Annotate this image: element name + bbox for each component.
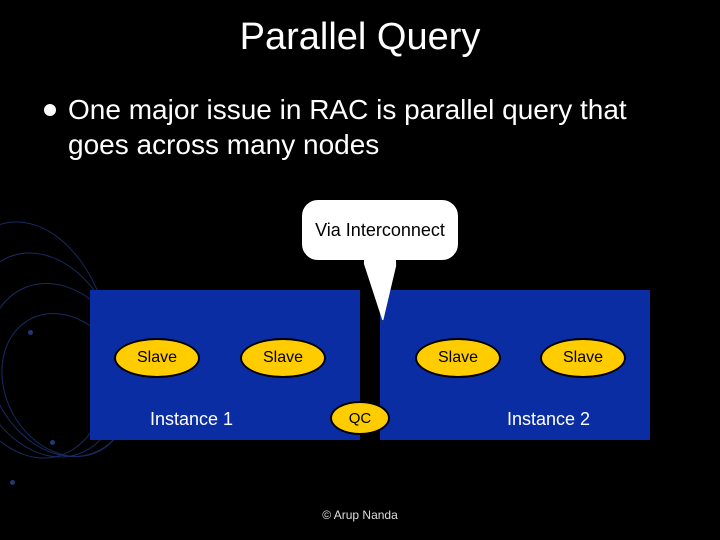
slave-node: Slave: [114, 338, 200, 378]
slave-node: Slave: [540, 338, 626, 378]
bullet-marker: [44, 104, 56, 116]
instance-box-1: Slave Slave Instance 1: [90, 290, 360, 440]
callout-text: Via Interconnect: [315, 220, 445, 241]
qc-node: QC: [330, 401, 390, 435]
bullet-item: One major issue in RAC is parallel query…: [44, 92, 690, 162]
footer-copyright: © Arup Nanda: [0, 508, 720, 522]
slave-label: Slave: [563, 349, 603, 367]
slave-node: Slave: [240, 338, 326, 378]
slave-label: Slave: [263, 349, 303, 367]
slave-node: Slave: [415, 338, 501, 378]
instance-label: Instance 2: [380, 409, 650, 430]
slave-label: Slave: [137, 349, 177, 367]
diagram: Via Interconnect Slave Slave Instance 1 …: [0, 190, 720, 490]
qc-label: QC: [349, 410, 372, 427]
slave-label: Slave: [438, 349, 478, 367]
bullet-text: One major issue in RAC is parallel query…: [68, 92, 690, 162]
instance-box-2: Slave Slave Instance 2: [380, 290, 650, 440]
callout-tail-cover: [364, 250, 396, 262]
instance-label: Instance 1: [90, 409, 360, 430]
slide-title: Parallel Query: [0, 0, 720, 59]
